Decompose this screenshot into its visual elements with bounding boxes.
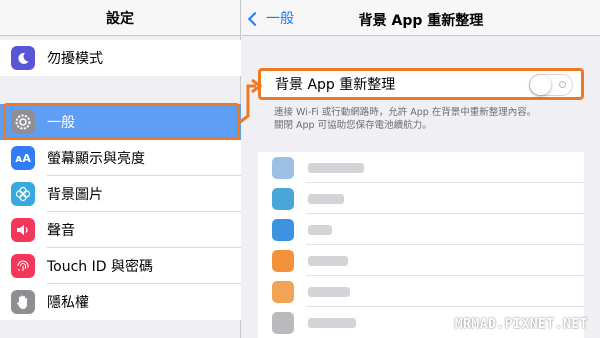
highlight-connector-arrow xyxy=(239,78,263,124)
watermark: MRMAD.PIXNET.NET xyxy=(454,317,588,332)
